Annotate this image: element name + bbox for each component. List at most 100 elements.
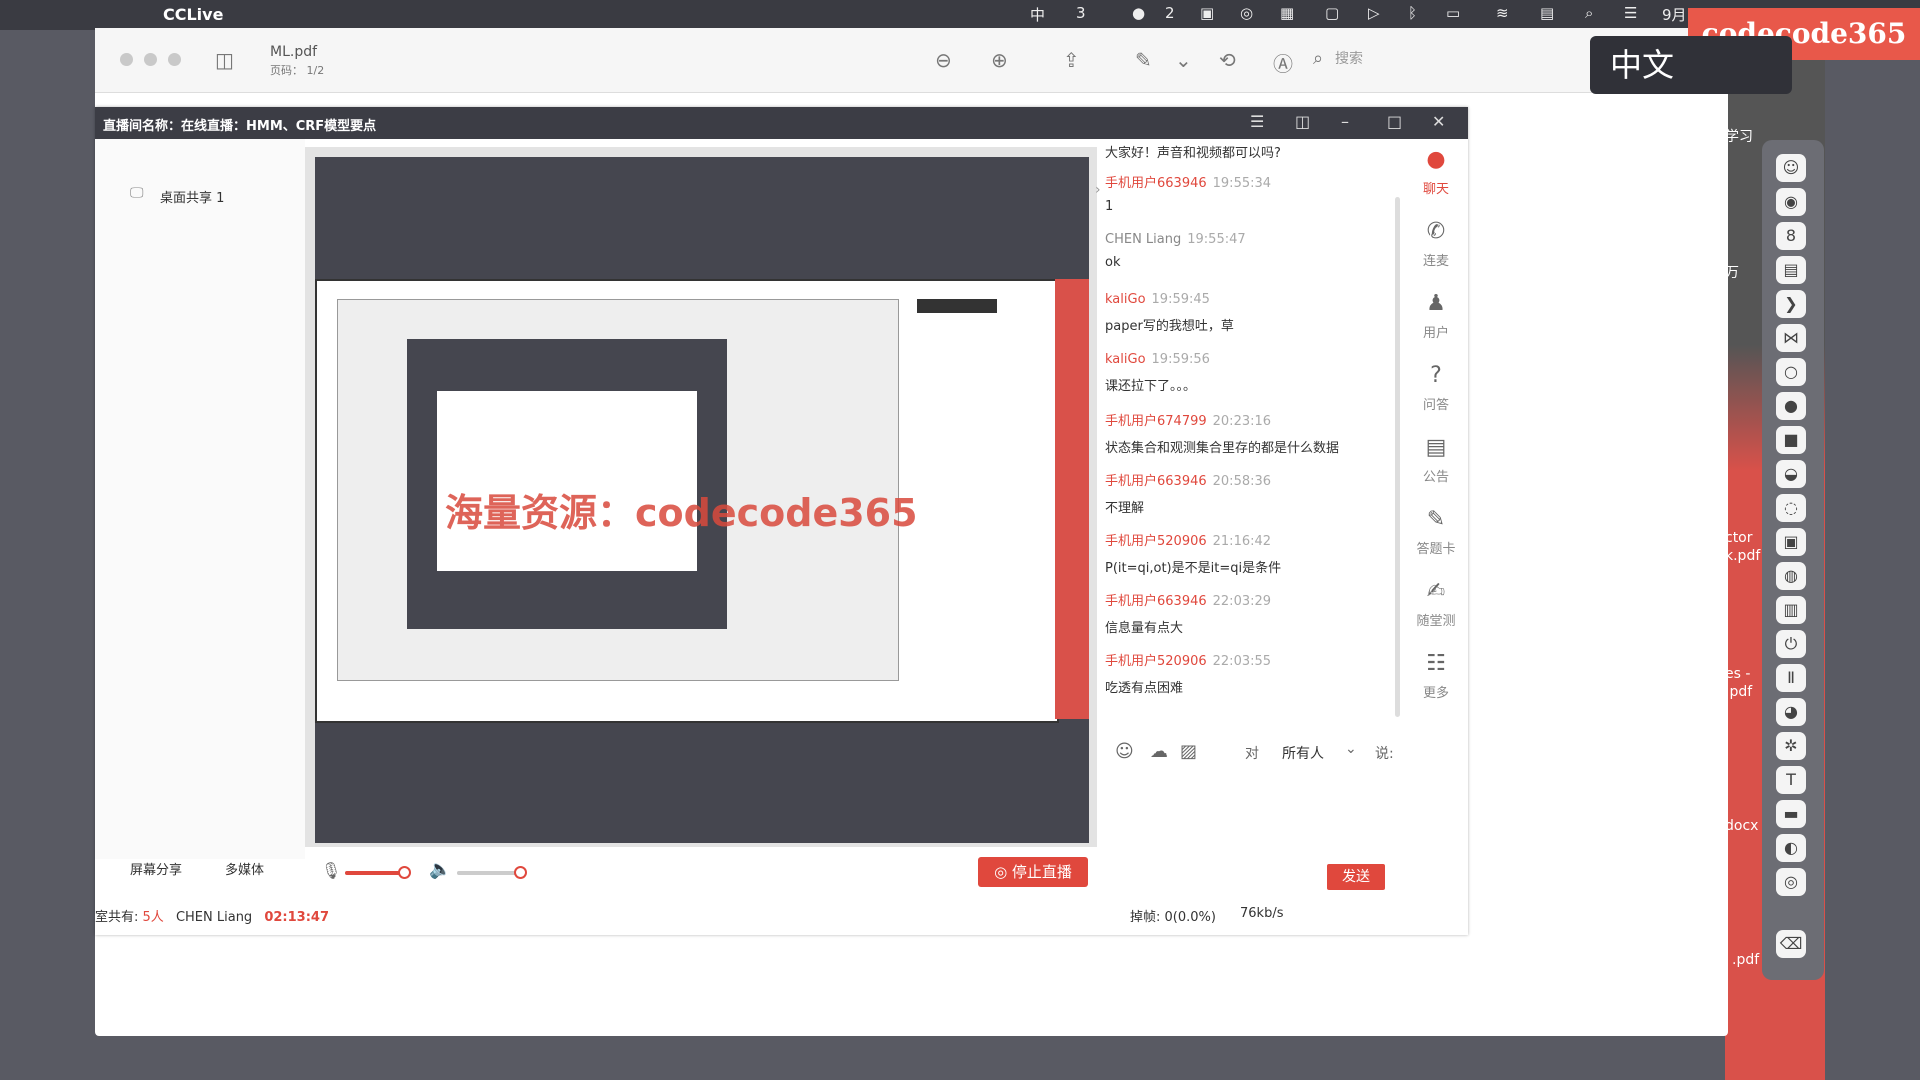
power-icon[interactable]: ⏻	[1776, 630, 1806, 658]
play-icon[interactable]: ▷	[1368, 4, 1380, 22]
minimize-window-button[interactable]	[144, 53, 157, 66]
chat-user-name[interactable]: 手机用户663946	[1105, 594, 1207, 609]
search-input[interactable]: 搜索	[1335, 48, 1363, 68]
desktop-file[interactable]: .pdf	[1725, 684, 1752, 700]
send-button[interactable]: 发送	[1327, 864, 1385, 890]
multimedia-button[interactable]: 多媒体	[225, 859, 264, 878]
sidebar-item-chat[interactable]: ● 聊天	[1405, 147, 1467, 197]
sidebar-toggle-icon[interactable]: ◫	[215, 48, 234, 72]
chrome-icon[interactable]: ◉	[1776, 188, 1806, 216]
chat-user-name[interactable]: CHEN Liang	[1105, 232, 1181, 247]
emoji-icon[interactable]: ☺	[1115, 741, 1134, 762]
bluetooth-icon[interactable]: ᛒ	[1408, 4, 1417, 22]
bubble-icon[interactable]: ☁	[1150, 741, 1168, 762]
speaker-icon[interactable]: 🔈	[429, 859, 451, 880]
chat-text: P(it=qi,ot)是不是it=qi是条件	[1105, 561, 1282, 576]
sidebar-item-more[interactable]: ☷ 更多	[1405, 651, 1467, 701]
sidebar-item-qa[interactable]: ? 问答	[1405, 363, 1467, 413]
zoom-in-icon[interactable]: ⊕	[991, 48, 1008, 72]
grid-icon[interactable]: ▦	[1280, 4, 1294, 22]
app-name-menu[interactable]: CCLive	[163, 5, 223, 24]
chat-user-name[interactable]: kaliGo	[1105, 352, 1146, 367]
app-icon[interactable]: ◎	[1776, 868, 1806, 896]
trash-icon[interactable]: ⌫	[1776, 930, 1806, 958]
annotate-icon[interactable]: Ⓐ	[1273, 48, 1293, 77]
app-icon[interactable]: Ⅱ	[1776, 664, 1806, 692]
desktop-file[interactable]: .pdf	[1732, 952, 1759, 968]
window-icon[interactable]: ▢	[1325, 4, 1339, 22]
status-badge[interactable]: 3	[1076, 4, 1086, 22]
desktop-file[interactable]: es -	[1725, 666, 1750, 682]
sidebar-item-quiz[interactable]: ✍ 随堂测	[1405, 579, 1467, 629]
zoom-out-icon[interactable]: ⊖	[935, 48, 952, 72]
zoom-window-button[interactable]	[168, 53, 181, 66]
spotlight-icon[interactable]: ⌕	[1585, 4, 1593, 22]
say-label: 说:	[1375, 746, 1394, 762]
clock-date[interactable]: 9月	[1662, 4, 1687, 25]
sidebar-item-users[interactable]: ♟ 用户	[1405, 291, 1467, 341]
sidebar-item-notice[interactable]: ▤ 公告	[1405, 435, 1467, 485]
desktop-file[interactable]: ctor	[1725, 530, 1753, 546]
screen-share-button[interactable]: 屏幕分享	[130, 859, 182, 878]
desktop-file[interactable]: 学习	[1725, 126, 1753, 146]
collapse-chevron-icon[interactable]: ›	[1095, 182, 1101, 198]
chat-user-name[interactable]: 手机用户663946	[1105, 474, 1207, 489]
cclive-dock-icon[interactable]: ◍	[1776, 562, 1806, 590]
mic-slider-knob[interactable]	[398, 866, 412, 879]
chevron-down-icon[interactable]: ⌄	[1345, 741, 1357, 757]
app-icon[interactable]: ▬	[1776, 800, 1806, 828]
speaker-slider-knob[interactable]	[513, 866, 527, 879]
app-icon[interactable]: ○	[1776, 358, 1806, 386]
sidebar-item-answer-card[interactable]: ✎ 答题卡	[1405, 507, 1467, 557]
desktop-share-item[interactable]: 桌面共享 1	[160, 187, 224, 206]
chat-user-name[interactable]: kaliGo	[1105, 292, 1146, 307]
markup-icon[interactable]: ✎	[1135, 48, 1152, 72]
github-icon[interactable]: ◕	[1776, 698, 1806, 726]
stop-live-button[interactable]: ◎ 停止直播	[978, 857, 1088, 887]
app-icon[interactable]: ▥	[1776, 596, 1806, 624]
app-icon[interactable]: ✲	[1776, 732, 1806, 760]
vscode-icon[interactable]: ⋈	[1776, 324, 1806, 352]
minimize-icon[interactable]: –	[1341, 112, 1349, 131]
wechat-dock-icon[interactable]: ◌	[1776, 494, 1806, 522]
app-icon[interactable]: ●	[1776, 392, 1806, 420]
image-icon[interactable]: ▨	[1180, 741, 1197, 762]
typora-icon[interactable]: T	[1776, 766, 1806, 794]
search-icon[interactable]: ⌕	[1313, 48, 1323, 69]
menu-icon[interactable]: ☰	[1250, 112, 1264, 131]
qq-icon[interactable]: ◒	[1776, 460, 1806, 488]
search-tray-icon[interactable]: ◎	[1240, 4, 1253, 22]
close-window-button[interactable]	[120, 53, 133, 66]
app-icon[interactable]: ◐	[1776, 834, 1806, 862]
chevron-down-icon[interactable]: ⌄	[1175, 48, 1192, 72]
finder-icon[interactable]: ☺	[1776, 154, 1806, 182]
layout-icon[interactable]: ◫	[1295, 112, 1310, 131]
chat-time: 20:58:36	[1212, 474, 1272, 489]
control-center-icon[interactable]: ☰	[1624, 4, 1637, 22]
chat-user-name[interactable]: 手机用户520906	[1105, 534, 1207, 549]
close-icon[interactable]: ✕	[1432, 112, 1445, 131]
desktop-file[interactable]: docx	[1725, 818, 1758, 834]
tray-icon[interactable]: ▣	[1200, 4, 1214, 22]
terminal-icon[interactable]: ❯	[1776, 290, 1806, 318]
rotate-icon[interactable]: ⟲	[1219, 48, 1236, 72]
desktop-file[interactable]: k.pdf	[1725, 548, 1760, 564]
wechat-icon[interactable]: ●	[1132, 4, 1145, 22]
maximize-icon[interactable]: □	[1387, 112, 1402, 131]
input-method-indicator[interactable]: 中	[1030, 4, 1045, 25]
chat-user-name[interactable]: 手机用户674799	[1105, 414, 1207, 429]
wifi-icon[interactable]: ≋	[1496, 4, 1509, 22]
recipient-select[interactable]: 所有人	[1282, 743, 1324, 763]
share-icon[interactable]: ⇪	[1063, 48, 1080, 72]
chat-user-name[interactable]: 手机用户663946	[1105, 176, 1207, 191]
chat-scrollbar[interactable]	[1395, 197, 1400, 717]
chat-user-name[interactable]: 手机用户520906	[1105, 654, 1207, 669]
app-icon[interactable]: ▣	[1776, 528, 1806, 556]
microphone-icon[interactable]: 🎙	[321, 861, 341, 880]
terminal-dark-icon[interactable]: ■	[1776, 426, 1806, 454]
tray-app-icon[interactable]: ▤	[1540, 4, 1554, 22]
notes-icon[interactable]: ▤	[1776, 256, 1806, 284]
calendar-icon[interactable]: 8	[1776, 222, 1806, 250]
battery-icon[interactable]: ▭	[1446, 4, 1460, 22]
sidebar-item-mic-link[interactable]: ✆ 连麦	[1405, 219, 1467, 269]
